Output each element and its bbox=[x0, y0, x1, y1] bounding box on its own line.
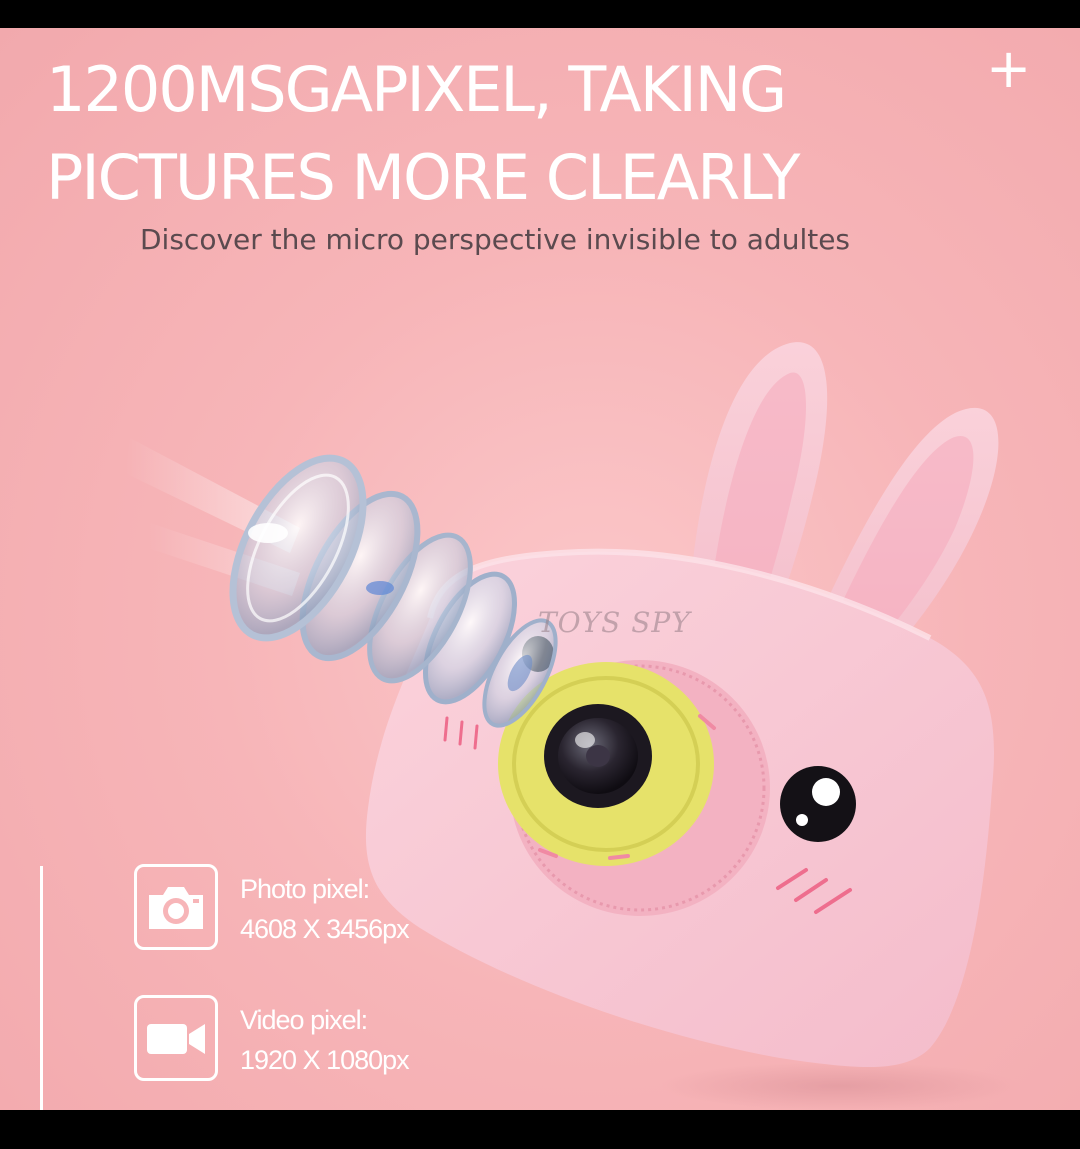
headline-line-1: 1200MSGAPIXEL, TAKING bbox=[46, 53, 787, 126]
headline: 1200MSGAPIXEL, TAKING PICTURES MORE CLEA… bbox=[46, 46, 800, 222]
subtitle: Discover the micro perspective invisible… bbox=[140, 223, 851, 256]
video-camera-icon bbox=[134, 995, 218, 1081]
screenshot-frame: 1200MSGAPIXEL, TAKING PICTURES MORE CLEA… bbox=[0, 0, 1080, 1149]
camera-icon bbox=[134, 864, 218, 950]
spec-value: 1920 X 1080px bbox=[240, 1045, 410, 1075]
spec-label: Video pixel: bbox=[240, 1005, 368, 1035]
spec-video-pixel: Video pixel: 1920 X 1080px bbox=[134, 995, 494, 1085]
headline-line-2: PICTURES MORE CLEARLY bbox=[46, 141, 800, 214]
spec-label: Photo pixel: bbox=[240, 874, 370, 904]
plus-icon: + bbox=[986, 37, 1032, 100]
bunny-eye bbox=[780, 766, 856, 842]
watermark: TOYS SPY bbox=[538, 606, 691, 639]
camera-shadow bbox=[660, 1062, 1020, 1110]
divider bbox=[40, 866, 43, 1110]
spec-value: 4608 X 3456px bbox=[240, 914, 410, 944]
spec-photo-pixel: Photo pixel: 4608 X 3456px bbox=[134, 864, 494, 954]
product-banner: 1200MSGAPIXEL, TAKING PICTURES MORE CLEA… bbox=[0, 28, 1080, 1110]
